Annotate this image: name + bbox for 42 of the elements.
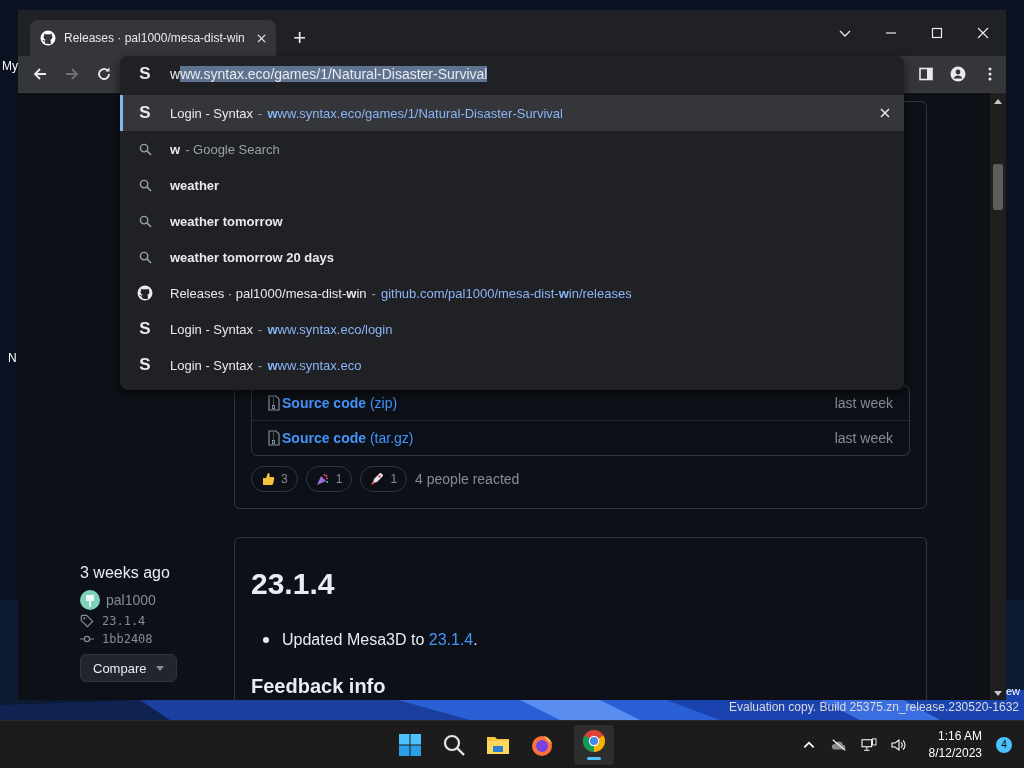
site-icon: S bbox=[139, 103, 151, 123]
author-link[interactable]: pal1000 bbox=[106, 592, 156, 608]
asset-date: last week bbox=[834, 395, 893, 411]
suggestion-text: weather tomorrow bbox=[170, 213, 283, 229]
suggestion-item[interactable]: weather bbox=[120, 167, 904, 203]
tag-link[interactable]: 23.1.4 bbox=[102, 614, 146, 628]
suggestion-item[interactable]: S Login - Syntax - www.syntax.eco/login bbox=[120, 311, 904, 347]
site-icon: S bbox=[120, 64, 170, 84]
suggestion-text: weather tomorrow 20 days bbox=[170, 249, 334, 265]
desktop-icon-label[interactable]: N bbox=[8, 351, 17, 365]
notification-badge[interactable]: 4 bbox=[996, 736, 1012, 753]
new-tab-button[interactable]: + bbox=[281, 20, 318, 56]
suggestion-item[interactable]: weather tomorrow bbox=[120, 203, 904, 239]
desktop-icon-label[interactable]: My bbox=[2, 59, 18, 73]
asset-date: last week bbox=[834, 430, 893, 446]
site-icon: S bbox=[139, 355, 151, 375]
suggestion-text: Login - Syntax - www.syntax.eco/login bbox=[170, 321, 393, 337]
reaction-summary: 4 people reacted bbox=[415, 471, 520, 487]
version-link[interactable]: 23.1.4 bbox=[428, 631, 474, 648]
suggestion-item[interactable]: weather tomorrow 20 days bbox=[120, 239, 904, 275]
release-note: Updated Mesa3D to 23.1.4. bbox=[282, 631, 478, 649]
suggestion-item[interactable]: Releases · pal1000/mesa-dist-win - github.com/pal1000/mesa-dist-win/releases bbox=[120, 275, 904, 311]
suggestion-item[interactable]: S Login - Syntax - www.syntax.eco bbox=[120, 347, 904, 383]
suggestion-text: weather bbox=[170, 177, 220, 193]
suggestion-text: w - Google Search bbox=[170, 141, 281, 157]
compare-button[interactable]: Compare bbox=[80, 654, 178, 682]
site-icon: S bbox=[139, 319, 151, 339]
suggestion-text: Login - Syntax - www.syntax.eco bbox=[170, 357, 362, 373]
clock[interactable]: 1:16 AM 8/12/2023 bbox=[928, 728, 982, 761]
release-date: 3 weeks ago bbox=[80, 564, 170, 582]
asset-link[interactable]: Source code (zip) bbox=[282, 395, 398, 411]
section-heading: Feedback info bbox=[251, 675, 387, 698]
suggestion-text: Releases · pal1000/mesa-dist-win - github.com/pal1000/mesa-dist-win/releases bbox=[170, 285, 632, 301]
suggestion-item[interactable]: S Login - Syntax - www.syntax.eco/games/1/Natural-Disaster-Survival bbox=[120, 95, 904, 131]
asset-link[interactable]: Source code (tar.gz) bbox=[282, 430, 414, 446]
commit-link[interactable]: 1bb2408 bbox=[102, 632, 153, 646]
suggestion-text: Login - Syntax - www.syntax.eco/games/1/Natural-Disaster-Survival bbox=[170, 105, 563, 121]
watermark-text: Evaluation copy. Build 25375.zn_release.230520-1632 bbox=[729, 700, 1019, 714]
release-title: 23.1.4 bbox=[251, 566, 336, 602]
browser-tab[interactable]: Releases · pal1000/mesa-dist-win bbox=[30, 20, 276, 56]
desktop-icon-label[interactable]: ew bbox=[1006, 685, 1021, 697]
suggestion-item[interactable]: w - Google Search bbox=[120, 131, 904, 167]
